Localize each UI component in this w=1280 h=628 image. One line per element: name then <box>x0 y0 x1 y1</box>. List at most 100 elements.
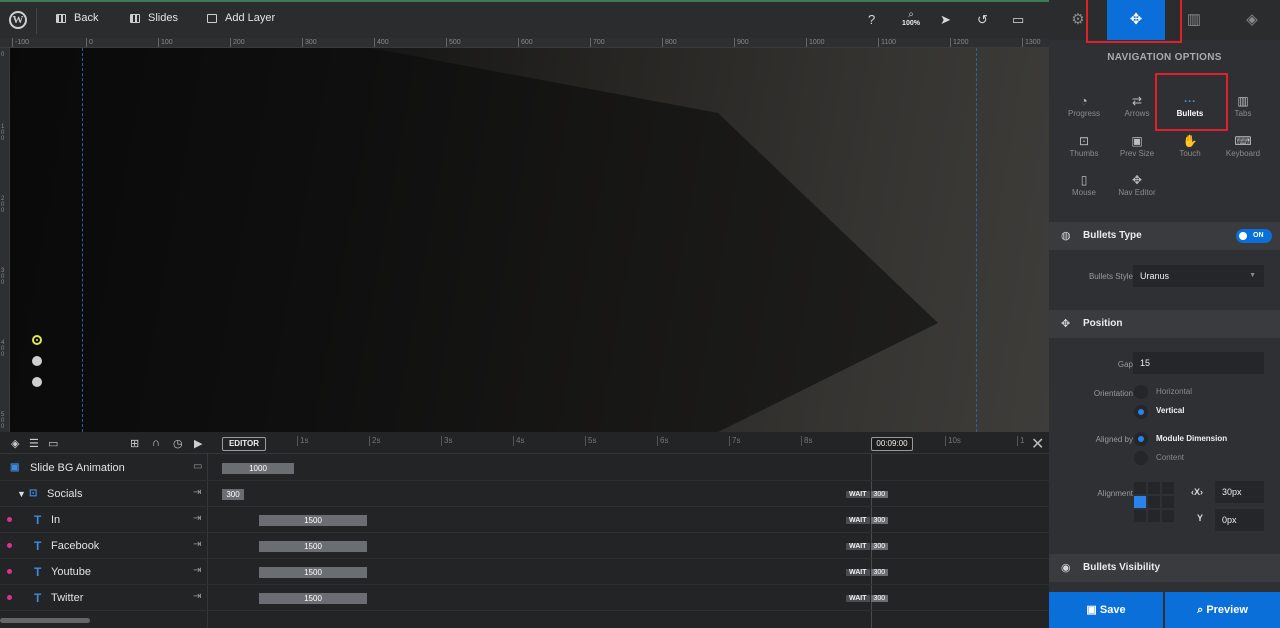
folder-icon[interactable]: ▭ <box>48 437 58 450</box>
section-position[interactable]: ✥ Position <box>1049 310 1280 338</box>
arrow-to-line-icon[interactable]: ⇥ <box>193 487 201 498</box>
align-cell[interactable] <box>1134 482 1146 494</box>
timeline-row[interactable]: T Twitter ⇥ 1500 WAIT 300 <box>0 585 1049 611</box>
guide-line-right <box>976 48 977 432</box>
folder-icon[interactable]: ▭ <box>193 461 202 472</box>
option-progress[interactable]: ◔ Progress <box>1055 93 1113 118</box>
section-bullets-visibility[interactable]: ◉ Bullets Visibility <box>1049 554 1280 582</box>
align-cell[interactable] <box>1148 496 1160 508</box>
option-thumbs[interactable]: ⊡ Thumbs <box>1055 133 1113 158</box>
option-nav-editor[interactable]: ✥ Nav Editor <box>1108 172 1166 197</box>
option-keyboard[interactable]: ⌨ Keyboard <box>1214 133 1272 158</box>
timeline-scrollbar[interactable] <box>0 618 90 623</box>
gear-icon: ⚙ <box>1071 11 1085 28</box>
wordpress-logo-icon[interactable]: W <box>9 11 27 29</box>
wait-badge[interactable]: WAIT 300 <box>846 515 889 526</box>
offset-x-icon: ‹X› <box>1191 487 1204 497</box>
magnet-icon[interactable]: ∩ <box>152 437 160 449</box>
timeline-row[interactable]: T In ⇥ 1500 WAIT 300 <box>0 507 1049 533</box>
top-ruler: -100 0 100 200 300 400 500 600 700 800 9… <box>0 38 1049 48</box>
bullets-toggle[interactable]: ON <box>1236 229 1272 243</box>
radio-vertical[interactable] <box>1134 405 1148 419</box>
desktop-view-icon[interactable]: ▭ <box>1012 13 1024 26</box>
layer-color-dot <box>7 569 12 574</box>
field-label: Bullets Style <box>1088 272 1133 281</box>
wait-label: WAIT <box>846 517 870 524</box>
option-label: Arrows <box>1124 109 1150 118</box>
radio-horizontal[interactable] <box>1134 385 1148 399</box>
align-cell-selected[interactable] <box>1134 496 1146 508</box>
editor-badge[interactable]: EDITOR <box>222 437 266 451</box>
slides-button[interactable]: Slides <box>130 12 178 24</box>
animation-bar[interactable]: 1500 <box>259 541 367 552</box>
zoom-control[interactable]: ⌕ 100% <box>900 10 922 28</box>
align-cell[interactable] <box>1162 496 1174 508</box>
wait-badge[interactable]: WAIT 300 <box>846 489 889 500</box>
arrow-to-line-icon[interactable]: ⇥ <box>193 513 201 524</box>
animation-bar[interactable]: 1500 <box>259 567 367 578</box>
arrow-to-line-icon[interactable]: ⇥ <box>193 591 201 602</box>
timeline-row[interactable]: ▣ Slide BG Animation ▭ 1000 <box>0 455 1049 481</box>
layer-name: Youtube <box>51 566 91 578</box>
add-layer-button[interactable]: Add Layer <box>207 12 275 24</box>
alignment-grid[interactable] <box>1134 482 1174 522</box>
current-time[interactable]: 00:09:00 <box>871 437 913 451</box>
cursor-icon[interactable]: ➤ <box>940 13 951 26</box>
stopwatch-icon[interactable]: ◷ <box>173 437 183 450</box>
caret-down-icon[interactable]: ▼ <box>17 489 26 499</box>
undo-icon[interactable]: ↺ <box>977 13 988 26</box>
wait-badge[interactable]: WAIT 300 <box>846 541 889 552</box>
option-mouse[interactable]: ▯ Mouse <box>1055 172 1113 197</box>
play-icon[interactable]: ▶ <box>194 437 202 450</box>
timeline-row[interactable]: ▼ ⊡ Socials ⇥ 300 WAIT 300 <box>0 481 1049 507</box>
close-icon[interactable]: ✕ <box>1031 434 1044 454</box>
arrow-to-line-icon[interactable]: ⇥ <box>193 565 201 576</box>
offset-y-input[interactable]: 0px <box>1215 509 1264 531</box>
align-cell[interactable] <box>1148 510 1160 522</box>
bullets-style-select[interactable]: Uranus ▼ <box>1133 265 1264 287</box>
timeline-row[interactable]: T Youtube ⇥ 1500 WAIT 300 <box>0 559 1049 585</box>
arrow-to-line-icon[interactable]: ⇥ <box>193 539 201 550</box>
animation-bar[interactable]: 1500 <box>259 593 367 604</box>
wait-value: 300 <box>870 491 889 498</box>
back-button[interactable]: Back <box>56 12 98 24</box>
animation-bar[interactable]: 300 <box>222 489 244 500</box>
timeline-row[interactable]: T Facebook ⇥ 1500 WAIT 300 <box>0 533 1049 559</box>
gap-input[interactable]: 15 <box>1133 352 1264 374</box>
animation-bar[interactable]: 1500 <box>259 515 367 526</box>
layers-icon[interactable]: ◈ <box>11 437 19 450</box>
save-icon: ▣ <box>1086 604 1097 616</box>
radio-content[interactable] <box>1134 451 1148 465</box>
align-cell[interactable] <box>1162 510 1174 522</box>
list-icon[interactable]: ☰ <box>29 437 39 450</box>
grid-toggle-icon[interactable]: ⊞ <box>130 437 139 450</box>
align-cell[interactable] <box>1148 482 1160 494</box>
help-icon[interactable]: ? <box>868 13 875 26</box>
back-label: Back <box>74 12 99 24</box>
align-cell[interactable] <box>1162 482 1174 494</box>
option-touch[interactable]: ✋ Touch <box>1161 133 1219 158</box>
timeline-panel: ◈ ☰ ▭ ⊞ ∩ ◷ ▶ EDITOR 1s 2s 3s 4s 5s 6s 7… <box>0 432 1049 628</box>
option-label: Nav Editor <box>1118 188 1156 197</box>
slides-label: Slides <box>148 12 178 24</box>
preview-button[interactable]: ⌕ Preview <box>1165 592 1280 628</box>
wait-badge[interactable]: WAIT 300 <box>846 567 889 578</box>
option-prev-size[interactable]: ▣ Prev Size <box>1108 133 1166 158</box>
tab-layers[interactable]: ◈ <box>1223 0 1280 40</box>
offset-x-label: X <box>1194 487 1201 497</box>
nav-bullet-active[interactable] <box>32 335 42 345</box>
ruler-tick: 400 <box>1 340 5 358</box>
wait-badge[interactable]: WAIT 300 <box>846 593 889 604</box>
animation-bar[interactable]: 1000 <box>222 463 294 474</box>
nav-bullet[interactable] <box>32 377 42 387</box>
radio-module-dimension[interactable] <box>1134 432 1148 446</box>
radio-label: Content <box>1156 453 1185 462</box>
align-cell[interactable] <box>1134 510 1146 522</box>
slide-canvas[interactable] <box>10 48 1049 432</box>
save-button[interactable]: ▣ Save <box>1049 592 1163 628</box>
text-layer-icon: T <box>34 513 42 527</box>
nav-bullet[interactable] <box>32 356 42 366</box>
layer-color-dot <box>7 595 12 600</box>
image-icon: ▥ <box>1186 11 1202 28</box>
offset-x-input[interactable]: 30px <box>1215 481 1264 503</box>
